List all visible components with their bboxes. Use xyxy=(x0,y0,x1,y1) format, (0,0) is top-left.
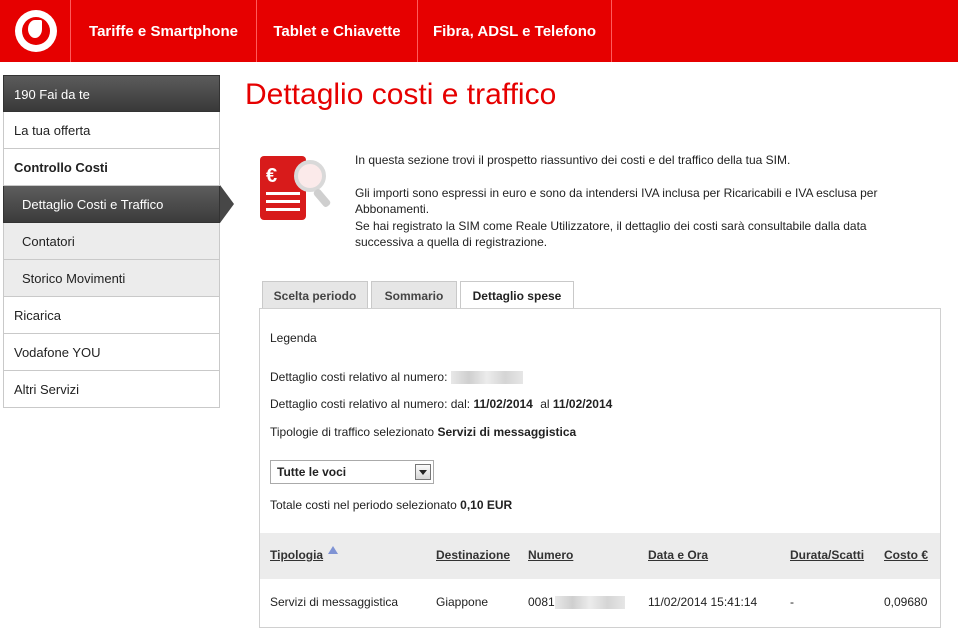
tab-scelta-periodo[interactable]: Scelta periodo xyxy=(262,281,368,309)
cell-destinazione: Giappone xyxy=(436,595,489,609)
col-durata-scatti[interactable]: Durata/Scatti xyxy=(790,548,864,562)
top-navigation-bar: Tariffe e Smartphone Tablet e Chiavette … xyxy=(0,0,958,62)
nav-fibra-adsl-telefono[interactable]: Fibra, ADSL e Telefono xyxy=(417,0,612,62)
nav-label: Tablet e Chiavette xyxy=(273,22,401,40)
table-header: Tipologia Destinazione Numero Data e Ora… xyxy=(260,533,940,579)
blurred-number xyxy=(450,371,523,385)
cell-costo: 0,09680 xyxy=(884,595,928,609)
numero-label: Dettaglio costi relativo al numero: xyxy=(270,370,448,384)
tab-panel: Legenda Dettaglio costi relativo al nume… xyxy=(259,308,941,628)
date-from: 11/02/2014 xyxy=(473,397,533,411)
sidebar-item-altri-servizi[interactable]: Altri Servizi xyxy=(3,371,220,408)
col-numero[interactable]: Numero xyxy=(528,548,573,562)
totale-label: Totale costi nel periodo selezionato xyxy=(270,498,457,512)
sidebar-item-label: Dettaglio Costi e Traffico xyxy=(22,197,164,212)
periodo-row: Dettaglio costi relativo al numero: dal:… xyxy=(270,397,612,411)
al-label: al xyxy=(540,397,550,411)
sidebar-item-ricarica[interactable]: Ricarica xyxy=(3,297,220,334)
sort-ascending-icon[interactable] xyxy=(328,546,338,554)
voci-select[interactable]: Tutte le voci xyxy=(270,460,434,484)
nav-tablet-chiavette[interactable]: Tablet e Chiavette xyxy=(256,0,417,62)
legend-label: Legenda xyxy=(270,331,317,345)
totale-row: Totale costi nel periodo selezionato 0,1… xyxy=(270,498,512,512)
totale-value: 0,10 EUR xyxy=(460,498,513,512)
date-to: 11/02/2014 xyxy=(552,397,613,411)
svg-text:€: € xyxy=(266,165,277,187)
sidebar: 190 Fai da te La tua offerta Controllo C… xyxy=(3,75,234,408)
select-value: Tutte le voci xyxy=(277,465,347,479)
cell-data-ora: 11/02/2014 15:41:14 xyxy=(648,595,758,609)
sidebar-item-storico-movimenti[interactable]: Storico Movimenti xyxy=(3,260,220,297)
numero-row: Dettaglio costi relativo al numero: xyxy=(270,370,523,385)
col-destinazione[interactable]: Destinazione xyxy=(436,548,510,562)
active-arrow-icon xyxy=(220,185,234,223)
cell-numero: 0081 xyxy=(528,595,625,610)
logo-quote-mark xyxy=(28,20,42,38)
tab-dettaglio-spese[interactable]: Dettaglio spese xyxy=(460,281,574,310)
col-costo[interactable]: Costo € xyxy=(884,548,928,562)
vodafone-logo[interactable] xyxy=(15,10,57,52)
numero-prefix: 0081 xyxy=(528,595,555,609)
col-tipologia[interactable]: Tipologia xyxy=(270,548,323,562)
sidebar-item-dettaglio-costi-traffico[interactable]: Dettaglio Costi e Traffico xyxy=(3,185,234,223)
tab-sommario[interactable]: Sommario xyxy=(371,281,457,309)
intro-text: In questa sezione trovi il prospetto ria… xyxy=(355,152,915,251)
sidebar-item-contatori[interactable]: Contatori xyxy=(3,223,220,260)
intro-paragraph: In questa sezione trovi il prospetto ria… xyxy=(355,153,791,167)
nav-label: Tariffe e Smartphone xyxy=(89,22,238,40)
cell-durata: - xyxy=(790,595,794,609)
col-data-ora[interactable]: Data e Ora xyxy=(648,548,708,562)
tipologie-value: Servizi di messaggistica xyxy=(437,425,577,439)
intro-paragraph: Gli importi sono espressi in euro e sono… xyxy=(355,185,878,217)
intro-paragraph: Se hai registrato la SIM come Reale Util… xyxy=(355,218,867,250)
tipologie-row: Tipologie di traffico selezionato Serviz… xyxy=(270,425,576,439)
cell-tipologia: Servizi di messaggistica xyxy=(270,595,399,609)
nav-label: Fibra, ADSL e Telefono xyxy=(432,22,597,40)
euro-document-search-icon: € xyxy=(258,154,334,222)
periodo-label: Dettaglio costi relativo al numero: dal: xyxy=(270,397,471,411)
nav-tariffe-smartphone[interactable]: Tariffe e Smartphone xyxy=(70,0,256,62)
tipologie-label: Tipologie di traffico selezionato xyxy=(270,425,435,439)
sidebar-item-la-tua-offerta[interactable]: La tua offerta xyxy=(3,112,220,149)
sidebar-item-controllo-costi[interactable]: Controllo Costi xyxy=(3,149,220,186)
sidebar-item-vodafone-you[interactable]: Vodafone YOU xyxy=(3,334,220,371)
blurred-number xyxy=(554,596,625,610)
sidebar-item-190-fai-da-te[interactable]: 190 Fai da te xyxy=(3,75,220,112)
page-title: Dettaglio costi e traffico xyxy=(245,78,557,111)
chevron-down-icon[interactable] xyxy=(415,464,431,480)
